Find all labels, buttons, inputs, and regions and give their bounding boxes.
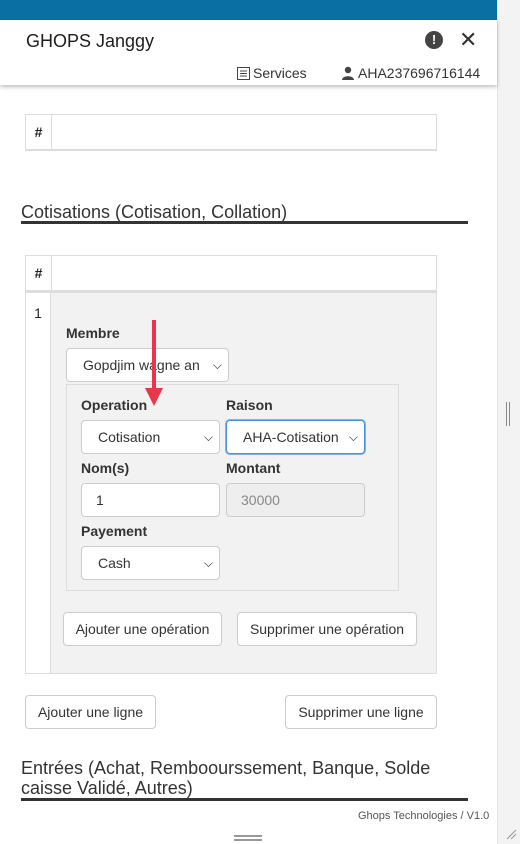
entrees-title: Entrées (Achat, Remboourssement, Banque,… bbox=[21, 758, 468, 798]
entrees-title-line2: caisse Validé, Autres) bbox=[21, 778, 193, 798]
noms-input[interactable]: 1 bbox=[81, 483, 220, 517]
raison-label: Raison bbox=[226, 397, 273, 413]
section-divider bbox=[21, 798, 468, 801]
chevron-down-icon: ⌵ bbox=[210, 358, 222, 373]
services-link[interactable]: Services bbox=[237, 65, 307, 81]
noms-label: Nom(s) bbox=[81, 460, 130, 476]
remove-line-button[interactable]: Supprimer une ligne bbox=[285, 695, 437, 729]
table-hash-header: # bbox=[26, 256, 52, 290]
account-id: AHA237696716144 bbox=[358, 65, 481, 81]
main-content: # Cotisations (Cotisation, Collation) # … bbox=[0, 85, 497, 829]
operation-value: Cotisation bbox=[98, 429, 161, 445]
operation-label: Operation bbox=[81, 397, 148, 413]
corner-resize-icon[interactable] bbox=[505, 828, 517, 840]
app-title: GHOPS Janggy bbox=[26, 31, 155, 51]
drag-handle-icon[interactable] bbox=[234, 835, 262, 841]
membre-value: Gopdjim wagne an bbox=[83, 357, 200, 373]
payement-label: Payement bbox=[81, 523, 148, 539]
payement-value: Cash bbox=[98, 555, 131, 571]
close-icon[interactable]: ✕ bbox=[459, 28, 477, 52]
entrees-title-line1: Entrées (Achat, Remboourssement, Banque,… bbox=[21, 758, 431, 778]
list-icon bbox=[237, 66, 250, 80]
raison-value: AHA-Cotisation bbox=[243, 429, 339, 445]
add-operation-button[interactable]: Ajouter une opération bbox=[63, 612, 222, 646]
app-header: GHOPS Janggy ! ✕ Services AHA23769671614… bbox=[0, 20, 497, 85]
row-number: 1 bbox=[26, 293, 51, 673]
cotisations-title: Cotisations (Cotisation, Collation) bbox=[21, 202, 288, 222]
membre-label: Membre bbox=[66, 325, 120, 341]
annotation-arrow-icon bbox=[145, 320, 163, 406]
add-line-button[interactable]: Ajouter une ligne bbox=[25, 695, 156, 729]
chevron-down-icon: ⌵ bbox=[346, 430, 358, 445]
payement-select[interactable]: Cash ⌵ bbox=[81, 546, 220, 580]
chevron-down-icon: ⌵ bbox=[201, 430, 213, 445]
operation-select[interactable]: Cotisation ⌵ bbox=[81, 420, 220, 454]
window-top-bar bbox=[0, 0, 497, 20]
previous-table-header: # bbox=[25, 114, 437, 151]
section-divider bbox=[21, 221, 468, 224]
footer-credit: Ghops Technologies / V1.0 bbox=[358, 810, 490, 822]
resize-grip-icon[interactable] bbox=[506, 402, 510, 426]
cotisations-table-header: # bbox=[25, 255, 437, 292]
montant-label: Montant bbox=[226, 460, 281, 476]
montant-input: 30000 bbox=[226, 483, 365, 517]
services-label: Services bbox=[253, 65, 307, 81]
raison-select[interactable]: AHA-Cotisation ⌵ bbox=[226, 420, 365, 454]
info-icon[interactable]: ! bbox=[425, 31, 443, 49]
table-hash-header: # bbox=[26, 115, 52, 149]
account-link[interactable]: AHA237696716144 bbox=[341, 65, 480, 81]
user-icon bbox=[342, 66, 354, 80]
remove-operation-button[interactable]: Supprimer une opération bbox=[237, 612, 417, 646]
chevron-down-icon: ⌵ bbox=[201, 556, 213, 571]
